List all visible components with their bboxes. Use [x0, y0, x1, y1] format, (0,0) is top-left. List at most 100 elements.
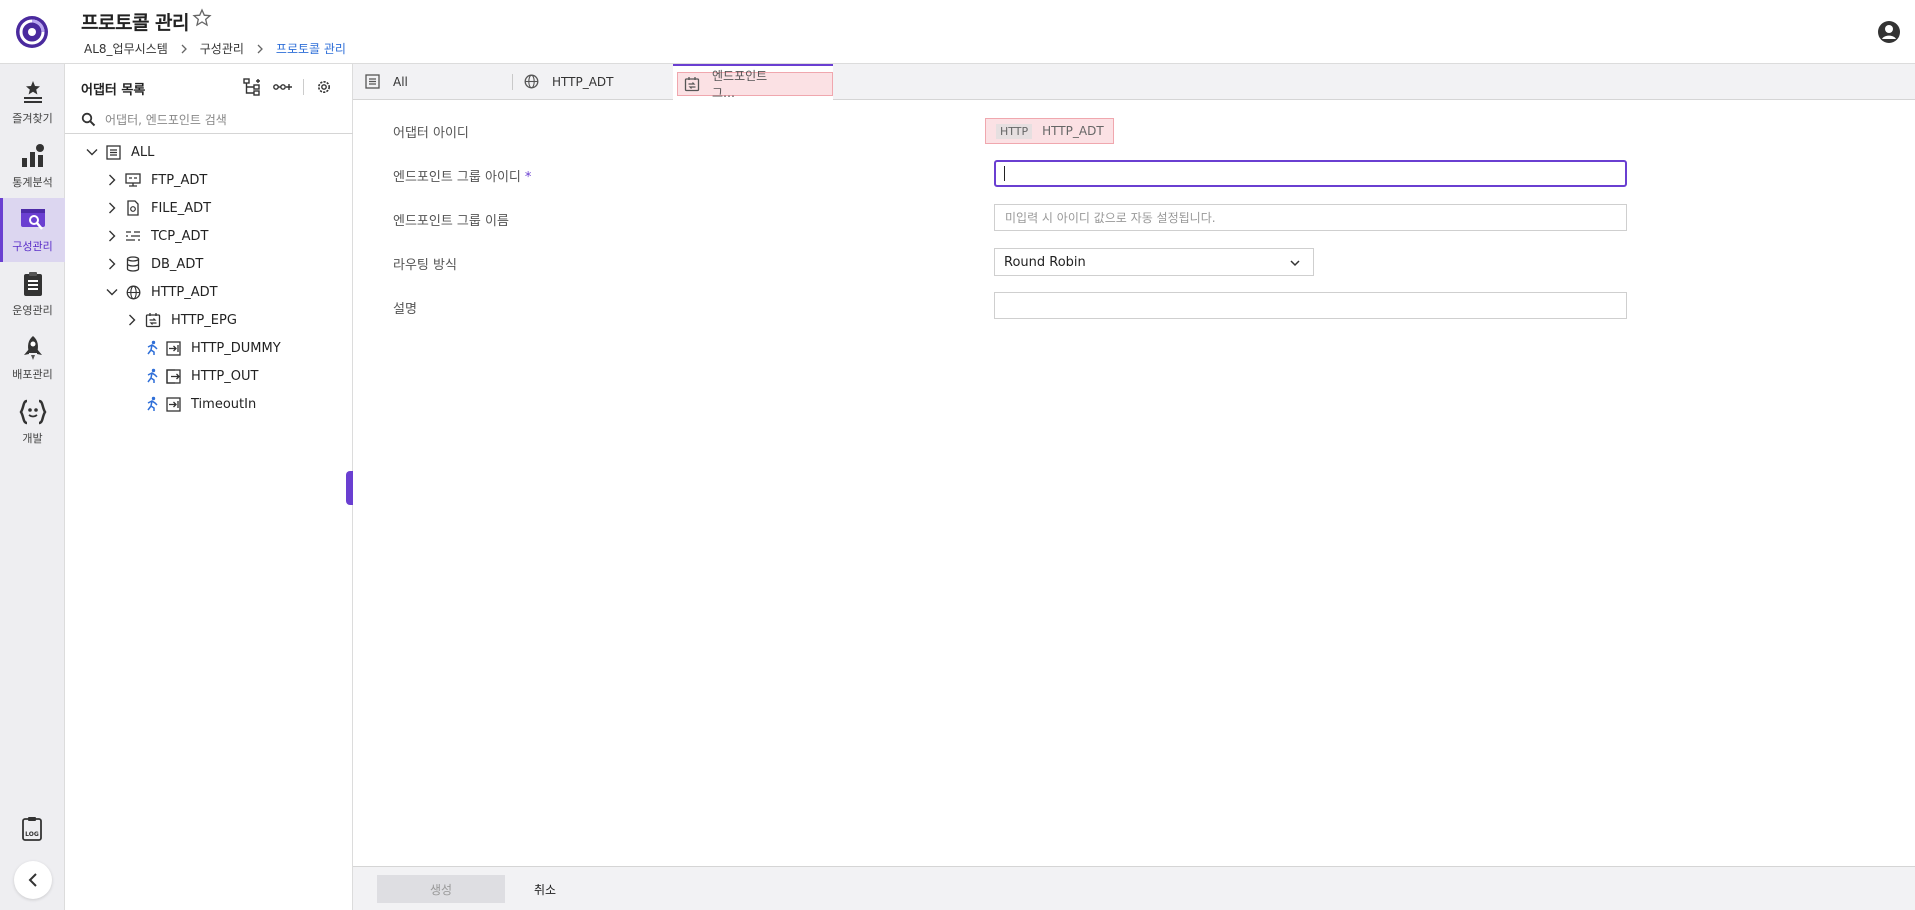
- svg-text:LOG: LOG: [25, 831, 39, 838]
- adapter-id-value: HTTP_ADT: [1042, 124, 1104, 138]
- tab-label: 엔드포인트 그…: [712, 68, 768, 100]
- tree-item-file-adt[interactable]: FILE_ADT: [65, 194, 353, 222]
- chevron-down-icon[interactable]: [105, 285, 119, 299]
- group-name-label: 엔드포인트 그룹 이름: [393, 214, 509, 229]
- collapse-rail-button[interactable]: [14, 861, 52, 899]
- endpoint-group-icon: [684, 76, 700, 92]
- rail-item-statistics[interactable]: 통계분석: [0, 134, 65, 198]
- tree-item-label: HTTP_OUT: [191, 368, 259, 384]
- panel-title: 어댑터 목록: [81, 83, 146, 98]
- endpoint-out-icon: [165, 368, 181, 384]
- chevron-right-icon[interactable]: [125, 313, 139, 327]
- tree-item-http-epg[interactable]: HTTP_EPG: [65, 306, 353, 334]
- rail-item-favorites[interactable]: 즐겨찾기: [0, 70, 65, 134]
- adapter-panel: 어댑터 목록 어댑터, 엔드포인트 검색 ALL FTP_ADT FILE_AD…: [65, 64, 353, 910]
- tab-all[interactable]: All: [365, 64, 505, 100]
- breadcrumb-item-config[interactable]: 구성관리: [200, 40, 244, 57]
- config-icon: [21, 209, 45, 230]
- tree-item-tcp-adt[interactable]: TCP_ADT: [65, 222, 353, 250]
- rocket-icon: [24, 336, 42, 360]
- rail-item-develop[interactable]: 개발: [0, 390, 65, 454]
- tree-item-label: FILE_ADT: [151, 200, 212, 216]
- globe-icon: [524, 74, 540, 90]
- list-icon: [365, 74, 381, 90]
- rail-item-operations[interactable]: 운영관리: [0, 262, 65, 326]
- page-title: 프로토콜 관리: [81, 12, 190, 34]
- panel-resize-handle[interactable]: [346, 471, 353, 505]
- code-braces-icon: [19, 399, 47, 425]
- breadcrumb: AL8_업무시스템 구성관리 프로토콜 관리: [84, 40, 346, 57]
- tree-item-http-adt[interactable]: HTTP_ADT: [65, 278, 353, 306]
- adapter-id-label: 어댑터 아이디: [393, 126, 469, 141]
- tree-item-http-dummy[interactable]: HTTP_DUMMY: [65, 334, 353, 362]
- chevron-right-icon[interactable]: [105, 229, 119, 243]
- chevron-right-icon[interactable]: [105, 201, 119, 215]
- app-logo-icon[interactable]: [14, 14, 50, 50]
- chevron-right-icon[interactable]: [105, 257, 119, 271]
- tree-structure-button[interactable]: [241, 76, 263, 98]
- node-add-icon: [273, 84, 292, 90]
- tree-item-db-adt[interactable]: DB_ADT: [65, 250, 353, 278]
- tree-item-timeout-in[interactable]: TimeoutIn: [65, 390, 353, 418]
- panel-toolbar: [241, 76, 344, 98]
- tree-item-label: DB_ADT: [151, 256, 204, 272]
- description-input[interactable]: [994, 292, 1627, 319]
- routing-label: 라우팅 방식: [393, 258, 457, 273]
- star-icon[interactable]: [192, 8, 212, 28]
- search-icon: [81, 112, 96, 127]
- tree-item-label: ALL: [131, 144, 155, 160]
- tab-endpoint-group[interactable]: 엔드포인트 그…: [673, 64, 833, 101]
- log-icon[interactable]: LOG: [20, 816, 44, 842]
- chart-icon: [22, 144, 44, 167]
- settings-button[interactable]: [313, 76, 335, 98]
- star-list-icon: [24, 81, 42, 103]
- globe-icon: [125, 284, 141, 300]
- database-icon: [125, 256, 141, 272]
- tree-item-label: TimeoutIn: [191, 396, 257, 412]
- rail-item-config[interactable]: 구성관리: [0, 198, 65, 262]
- adapter-id-chip: HTTP HTTP_ADT: [985, 118, 1114, 144]
- chevron-down-icon: [1290, 260, 1300, 267]
- user-account-icon[interactable]: [1877, 20, 1901, 44]
- breadcrumb-item-current[interactable]: 프로토콜 관리: [276, 40, 346, 57]
- group-name-input[interactable]: [994, 204, 1627, 231]
- list-icon: [105, 144, 121, 160]
- nav-rail: 즐겨찾기 통계분석 구성관리 운영관리 배포관리 개발 LOG: [0, 64, 65, 910]
- running-icon: [145, 340, 159, 356]
- tab-label: HTTP_ADT: [552, 75, 614, 89]
- running-icon: [145, 368, 159, 384]
- tab-label: All: [393, 75, 408, 89]
- group-id-input[interactable]: [994, 160, 1627, 187]
- file-icon: [125, 200, 141, 216]
- tab-bar: All HTTP_ADT 엔드포인트 그…: [353, 64, 1915, 101]
- routing-selected-value: Round Robin: [1004, 254, 1086, 270]
- adapter-search-input[interactable]: [105, 109, 345, 131]
- tree-structure-icon: [243, 78, 260, 96]
- top-header: 프로토콜 관리 AL8_업무시스템 구성관리 프로토콜 관리: [0, 0, 1915, 64]
- gear-icon: [318, 81, 330, 93]
- chevron-right-icon[interactable]: [105, 173, 119, 187]
- tree-item-all[interactable]: ALL: [65, 138, 353, 166]
- tab-active-highlight: 엔드포인트 그…: [677, 69, 833, 100]
- description-label: 설명: [393, 302, 417, 317]
- cancel-button[interactable]: 취소: [521, 875, 569, 903]
- tab-divider: [512, 74, 513, 90]
- tree-item-label: HTTP_ADT: [151, 284, 218, 300]
- rail-item-deploy[interactable]: 배포관리: [0, 326, 65, 390]
- group-id-label: 엔드포인트 그룹 아이디 *: [393, 170, 532, 185]
- chevron-down-icon[interactable]: [85, 145, 99, 159]
- breadcrumb-item-system[interactable]: AL8_업무시스템: [84, 40, 168, 57]
- create-button[interactable]: 생성: [377, 875, 505, 903]
- routing-select[interactable]: Round Robin: [994, 248, 1314, 276]
- chevron-right-icon: [181, 44, 187, 53]
- tree-item-http-out[interactable]: HTTP_OUT: [65, 362, 353, 390]
- add-node-button[interactable]: [272, 76, 294, 98]
- chevron-left-icon: [28, 873, 37, 887]
- tab-http-adt[interactable]: HTTP_ADT: [524, 64, 664, 100]
- clipboard-icon: [24, 272, 42, 296]
- tree-item-ftp-adt[interactable]: FTP_ADT: [65, 166, 353, 194]
- chevron-right-icon: [257, 44, 263, 53]
- required-mark: *: [524, 170, 532, 185]
- form-action-bar: 생성 취소: [353, 866, 1915, 910]
- running-icon: [145, 396, 159, 412]
